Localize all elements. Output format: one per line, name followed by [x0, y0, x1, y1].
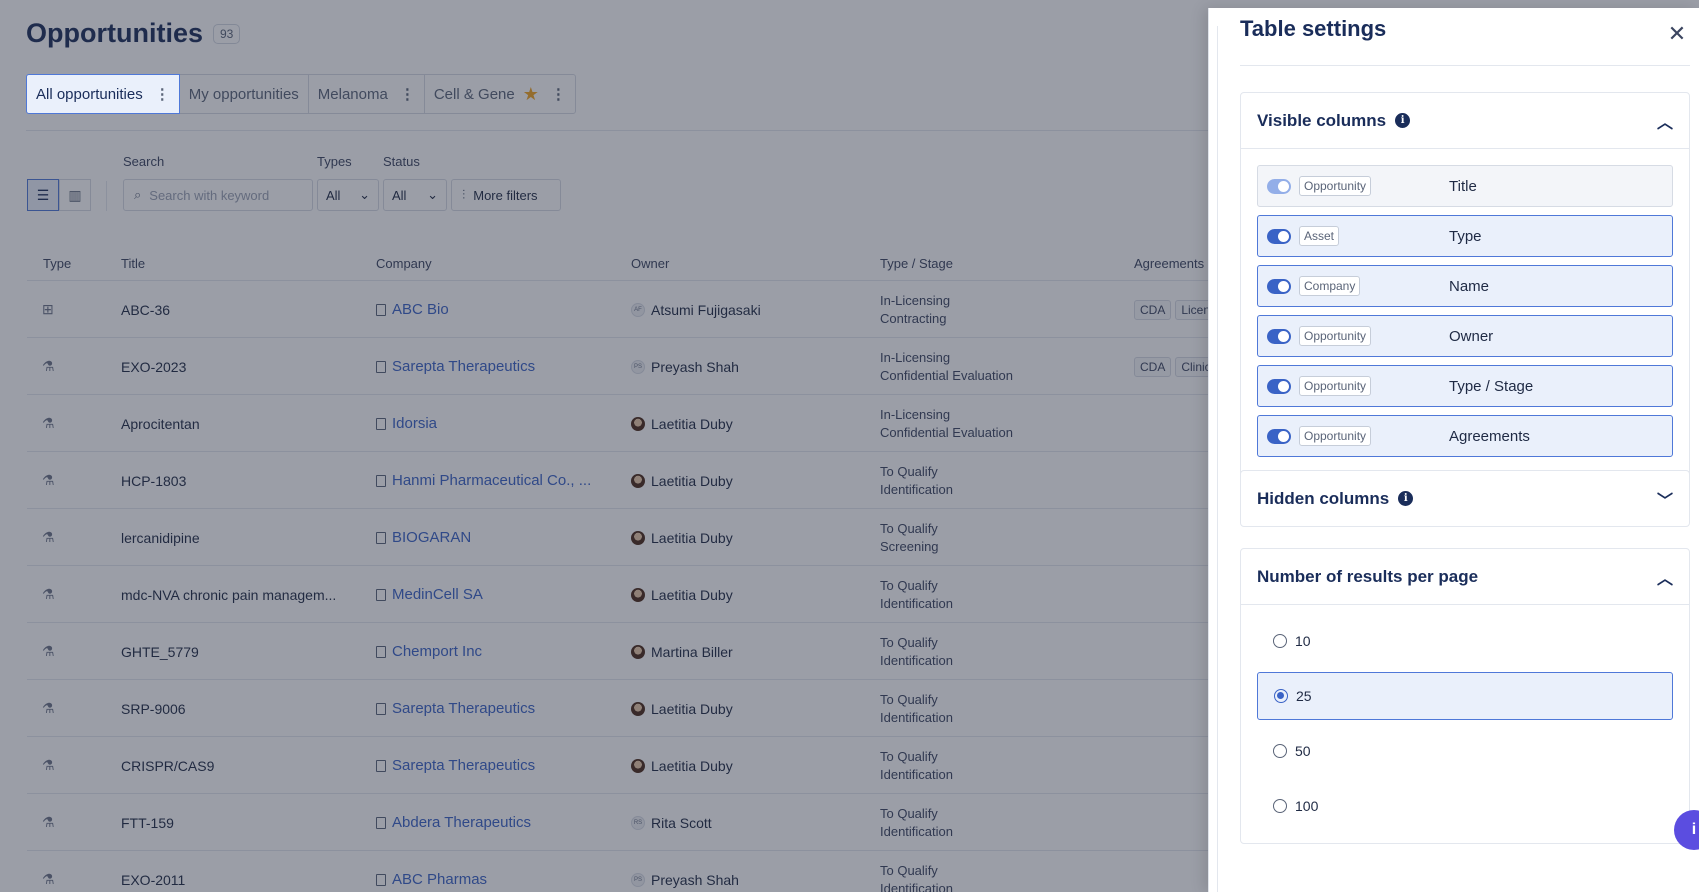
column-name: Type [1449, 227, 1482, 245]
column-toggle [1267, 178, 1291, 194]
results-option-10[interactable]: 10 [1257, 617, 1673, 665]
section-title: Visible columns [1257, 110, 1387, 130]
close-icon[interactable]: ✕ [1663, 20, 1691, 48]
drawer-divider [1240, 65, 1690, 66]
results-per-page-options: 10 25 50 100 [1241, 604, 1689, 843]
column-source-tag: Opportunity [1299, 326, 1372, 346]
info-icon[interactable]: i [1395, 113, 1411, 128]
column-name: Owner [1449, 327, 1494, 345]
section-title: Hidden columns [1257, 488, 1390, 508]
visible-column-row[interactable]: Opportunity Title [1257, 165, 1673, 207]
visible-column-row[interactable]: Asset Type [1257, 215, 1673, 257]
column-toggle[interactable] [1267, 228, 1291, 244]
drawer-scrollbar[interactable] [1217, 26, 1218, 892]
results-option-100[interactable]: 100 [1257, 782, 1673, 830]
column-toggle[interactable] [1267, 328, 1291, 344]
view-tab-label: All opportunities [36, 85, 143, 103]
column-name: Title [1449, 177, 1477, 195]
column-source-tag: Opportunity [1299, 426, 1372, 446]
column-name: Name [1449, 277, 1490, 295]
results-option-label: 10 [1295, 633, 1311, 649]
hidden-columns-section: Hidden columns i ﹀ [1240, 470, 1690, 527]
column-toggle[interactable] [1267, 278, 1291, 294]
hidden-columns-header[interactable]: Hidden columns i ﹀ [1241, 471, 1689, 526]
results-option-label: 25 [1296, 688, 1312, 704]
drawer-title: Table settings [1240, 16, 1387, 41]
column-source-tag: Company [1299, 276, 1361, 296]
visible-columns-section: Visible columns i ︿ Opportunity Title As… [1240, 92, 1690, 480]
table-settings-drawer: Table settings ✕ Visible columns i ︿ Opp… [1208, 8, 1699, 892]
column-source-tag: Asset [1299, 226, 1340, 246]
radio-button[interactable] [1274, 689, 1288, 703]
visible-column-row[interactable]: Opportunity Agreements [1257, 415, 1673, 457]
info-icon[interactable]: i [1398, 491, 1414, 506]
radio-button[interactable] [1273, 744, 1287, 758]
results-per-page-header[interactable]: Number of results per page ︿ [1241, 549, 1689, 604]
results-per-page-section: Number of results per page ︿ 10 25 50 10… [1240, 548, 1690, 844]
visible-column-row[interactable]: Opportunity Type / Stage [1257, 365, 1673, 407]
column-name: Type / Stage [1449, 377, 1534, 395]
chevron-up-icon[interactable]: ︿ [1657, 109, 1673, 133]
results-option-label: 50 [1295, 743, 1311, 759]
view-tab-all-opportunities[interactable]: All opportunities ⋮ [26, 74, 180, 114]
visible-column-row[interactable]: Opportunity Owner [1257, 315, 1673, 357]
kebab-menu-icon[interactable]: ⋮ [155, 85, 170, 103]
column-source-tag: Opportunity [1299, 376, 1372, 396]
chevron-up-icon[interactable]: ︿ [1657, 565, 1673, 589]
results-option-50[interactable]: 50 [1257, 727, 1673, 775]
column-toggle[interactable] [1267, 428, 1291, 444]
visible-columns-header[interactable]: Visible columns i ︿ [1241, 93, 1689, 148]
radio-button[interactable] [1273, 799, 1287, 813]
column-source-tag: Opportunity [1299, 176, 1372, 196]
visible-column-row[interactable]: Company Name [1257, 265, 1673, 307]
results-option-25[interactable]: 25 [1257, 672, 1673, 720]
radio-button[interactable] [1273, 634, 1287, 648]
results-option-label: 100 [1295, 798, 1319, 814]
visible-columns-list: Opportunity Title Asset Type Company Nam… [1241, 148, 1689, 479]
chevron-down-icon[interactable]: ﹀ [1657, 487, 1673, 511]
column-toggle[interactable] [1267, 378, 1291, 394]
section-title: Number of results per page [1257, 566, 1479, 586]
column-name: Agreements [1449, 427, 1530, 445]
